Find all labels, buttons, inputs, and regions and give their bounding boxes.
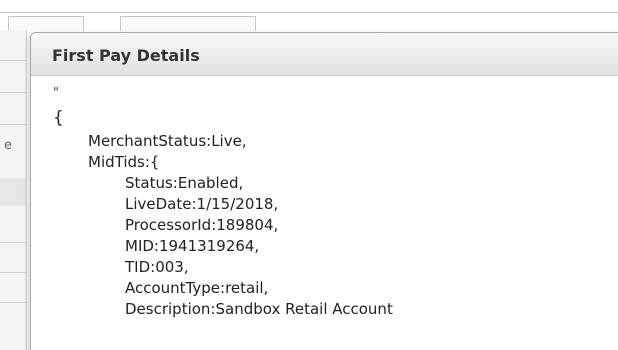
sidebar-divider bbox=[0, 272, 26, 273]
background-tab[interactable] bbox=[120, 16, 256, 31]
sidebar-divider bbox=[0, 242, 26, 243]
mid-tid-mid-line: MID:1941319264, bbox=[125, 237, 260, 255]
background-toolbar bbox=[0, 0, 618, 13]
sidebar-divider bbox=[0, 60, 26, 61]
sidebar-divider bbox=[0, 302, 26, 303]
dialog-header[interactable]: First Pay Details bbox=[31, 33, 618, 76]
sidebar-divider bbox=[0, 92, 26, 93]
background-sidebar: e bbox=[0, 30, 27, 350]
first-pay-details-dialog: First Pay Details " { MerchantStatus:Liv… bbox=[30, 32, 618, 350]
dialog-title: First Pay Details bbox=[52, 46, 200, 65]
app-window: e First Pay Details " { MerchantStatus:L… bbox=[0, 0, 618, 350]
mid-tid-processor-id-line: ProcessorId:189804, bbox=[125, 216, 279, 234]
dialog-body: " { MerchantStatus:Live, MidTids:{ Statu… bbox=[31, 76, 618, 350]
mid-tid-tid-line: TID:003, bbox=[125, 258, 189, 276]
sidebar-row[interactable] bbox=[0, 178, 26, 206]
mid-tid-live-date-line: LiveDate:1/15/2018, bbox=[125, 195, 279, 213]
mid-tid-status-line: Status:Enabled, bbox=[125, 174, 244, 192]
mid-tid-description-line: Description:Sandbox Retail Account bbox=[125, 300, 393, 318]
sidebar-divider bbox=[0, 124, 26, 125]
open-brace: { bbox=[53, 108, 64, 128]
merchant-status-line: MerchantStatus:Live, bbox=[88, 132, 247, 150]
sidebar-edge-text: e bbox=[4, 138, 12, 153]
background-tab[interactable] bbox=[8, 16, 84, 31]
mid-tids-line: MidTids:{ bbox=[88, 153, 160, 171]
mid-tid-account-type-line: AccountType:retail, bbox=[125, 279, 269, 297]
quote-mark: " bbox=[53, 86, 59, 101]
